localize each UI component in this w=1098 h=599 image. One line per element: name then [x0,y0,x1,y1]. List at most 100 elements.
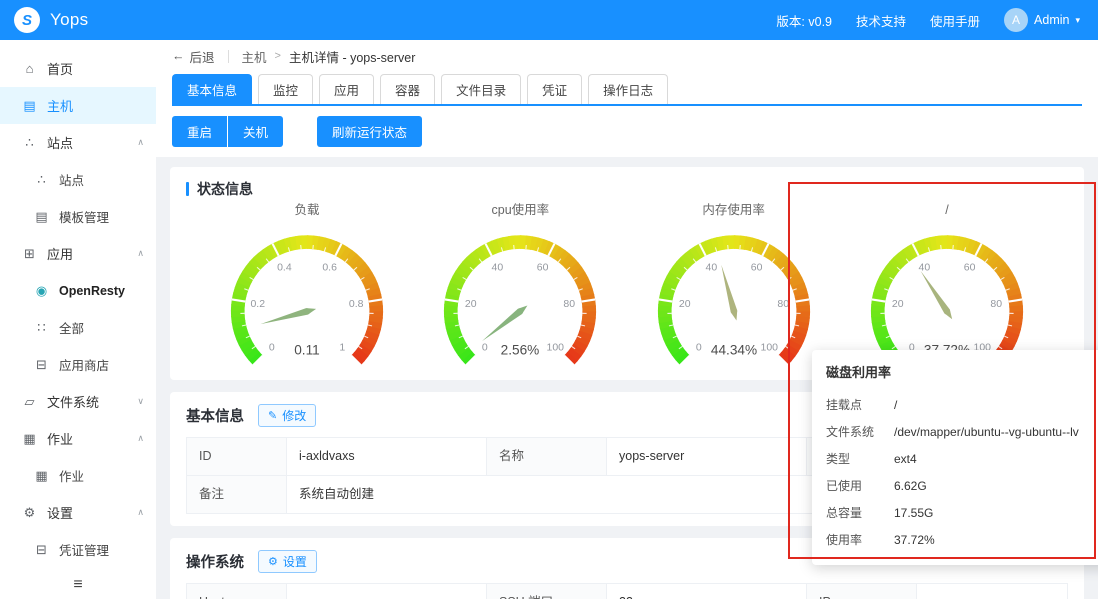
back-arrow-icon: ← [172,49,185,63]
sidebar-item-all-apps[interactable]: ∷ 全部 [0,309,156,346]
breadcrumb-section[interactable]: 主机 [242,47,267,66]
support-link[interactable]: 技术支持 [856,11,906,30]
chevron-up-icon: ∧ [137,248,144,259]
sidebar-item-label: 应用商店 [59,355,109,374]
svg-text:80: 80 [990,299,1002,310]
sidebar-item-site-group[interactable]: ∴ 站点 ∧ [0,124,156,161]
gauge-disk[interactable]: / 02040608010037.72% [842,201,1052,368]
status-section-header: 状态信息 [186,179,1068,199]
user-menu[interactable]: A Admin ▾ [1004,8,1080,32]
gauge-cpu[interactable]: cpu使用率 0204060801002.56% [415,201,625,368]
tooltip-row: 挂载点 / [826,391,1098,418]
sidebar-item-site[interactable]: ∴ 站点 [0,161,156,198]
gauge-title: / [842,201,1052,219]
sidebar-item-label: 设置 [47,503,73,522]
svg-text:60: 60 [964,263,976,274]
svg-text:100: 100 [547,342,565,353]
tab-application[interactable]: 应用 [319,74,374,104]
apps-icon: ⊞ [22,246,37,262]
tab-credentials[interactable]: 凭证 [527,74,582,104]
svg-text:60: 60 [537,263,549,274]
sidebar-item-job-group[interactable]: ▦ 作业 ∧ [0,420,156,457]
gauge-chart-load[interactable]: 00.20.40.60.810.11 [202,219,412,368]
sidebar-item-openresty[interactable]: ◉ OpenResty [0,272,156,309]
chevron-up-icon: ∧ [137,507,144,518]
tooltip-row: 已使用 6.62G [826,472,1098,499]
grid-icon: ∷ [34,320,49,336]
sidebar-item-job[interactable]: ▦ 作业 [0,457,156,494]
tooltip-value: /dev/mapper/ubuntu--vg-ubuntu--lv [894,425,1079,439]
sidebar-item-label: 凭证管理 [59,540,109,559]
os-settings-button[interactable]: ⚙ 设置 [258,550,317,573]
svg-text:20: 20 [465,299,477,310]
tooltip-label: 总容量 [826,504,894,521]
back-label: 后退 [190,47,215,66]
tab-file-directory[interactable]: 文件目录 [441,74,521,104]
sidebar-item-label: 作业 [47,429,73,448]
tab-operation-logs[interactable]: 操作日志 [588,74,668,104]
svg-text:80: 80 [564,299,576,310]
gauge-load[interactable]: 负载 00.20.40.60.810.11 [202,201,412,368]
topbar-right: 版本: v0.9 技术支持 使用手册 A Admin ▾ [776,8,1080,32]
host-icon: ▤ [22,98,37,114]
status-section-title: 状态信息 [197,179,253,199]
breadcrumb-separator-icon: > [275,50,281,62]
field-label: 名称 [487,438,607,476]
sidebar-item-filesystem[interactable]: ▱ 文件系统 ∨ [0,383,156,420]
chevron-up-icon: ∧ [137,433,144,444]
screen: S Yops 版本: v0.9 技术支持 使用手册 A Admin ▾ ⌂ 首页… [0,0,1098,599]
svg-text:0: 0 [695,342,701,353]
restart-button[interactable]: 重启 [172,116,227,147]
svg-text:0: 0 [482,342,488,353]
os-info-title: 操作系统 [186,551,244,572]
app-name: Yops [50,10,88,30]
gauge-title: 内存使用率 [629,201,839,219]
brand[interactable]: S Yops [14,7,88,33]
tab-basic-info[interactable]: 基本信息 [172,74,252,104]
topbar: S Yops 版本: v0.9 技术支持 使用手册 A Admin ▾ [0,0,1098,40]
chevron-down-icon: ∨ [137,396,144,407]
avatar: A [1004,8,1028,32]
gauge-memory[interactable]: 内存使用率 02040608010044.34% [629,201,839,368]
back-button[interactable]: ← 后退 [172,47,215,66]
tooltip-value: 17.55G [894,506,933,520]
field-label: 备注 [187,476,287,514]
edit-button[interactable]: ✎ 修改 [258,404,316,427]
sidebar-item-host[interactable]: ▤ 主机 [0,87,156,124]
tooltip-label: 文件系统 [826,423,894,440]
svg-text:20: 20 [892,299,904,310]
page-header: ← 后退 主机 > 主机详情 - yops-server 基本信息 监控 应用 … [156,40,1098,157]
refresh-status-button[interactable]: 刷新运行状态 [317,116,422,147]
tab-monitoring[interactable]: 监控 [258,74,313,104]
field-value: yops-server [607,438,807,476]
gauge-title: cpu使用率 [415,201,625,219]
manual-link[interactable]: 使用手册 [930,11,980,30]
sidebar-item-label: 站点 [47,133,73,152]
calendar-icon: ▦ [22,431,37,447]
gauge-chart-cpu[interactable]: 0204060801002.56% [415,219,625,368]
field-value [917,584,1068,599]
sidebar-item-template-management[interactable]: ▤ 模板管理 [0,198,156,235]
svg-text:40: 40 [919,263,931,274]
gauge-chart-memory[interactable]: 02040608010044.34% [629,219,839,368]
sidebar-item-credential-management[interactable]: ⊟ 凭证管理 [0,531,156,568]
gauge-chart-disk[interactable]: 02040608010037.72% [842,219,1052,368]
svg-text:0.6: 0.6 [322,263,337,274]
shutdown-button[interactable]: 关机 [228,116,283,147]
appstore-icon: ⊟ [34,357,49,373]
collapse-sidebar-button[interactable]: ≡ [0,576,156,594]
tooltip-row: 使用率 37.72% [826,526,1098,553]
tooltip-row: 类型 ext4 [826,445,1098,472]
sidebar-item-app-group[interactable]: ⊞ 应用 ∧ [0,235,156,272]
svg-text:20: 20 [679,299,691,310]
breadcrumb: ← 后退 主机 > 主机详情 - yops-server [172,44,1082,68]
tooltip-label: 挂载点 [826,396,894,413]
field-value: i-axldvaxs [287,438,487,476]
sidebar-item-home[interactable]: ⌂ 首页 [0,50,156,87]
tab-container[interactable]: 容器 [380,74,435,104]
os-settings-button-label: 设置 [283,553,307,570]
breadcrumb-current: 主机详情 - yops-server [289,47,415,66]
sidebar-item-settings-group[interactable]: ⚙ 设置 ∧ [0,494,156,531]
sidebar-item-app-store[interactable]: ⊟ 应用商店 [0,346,156,383]
home-icon: ⌂ [22,61,37,76]
